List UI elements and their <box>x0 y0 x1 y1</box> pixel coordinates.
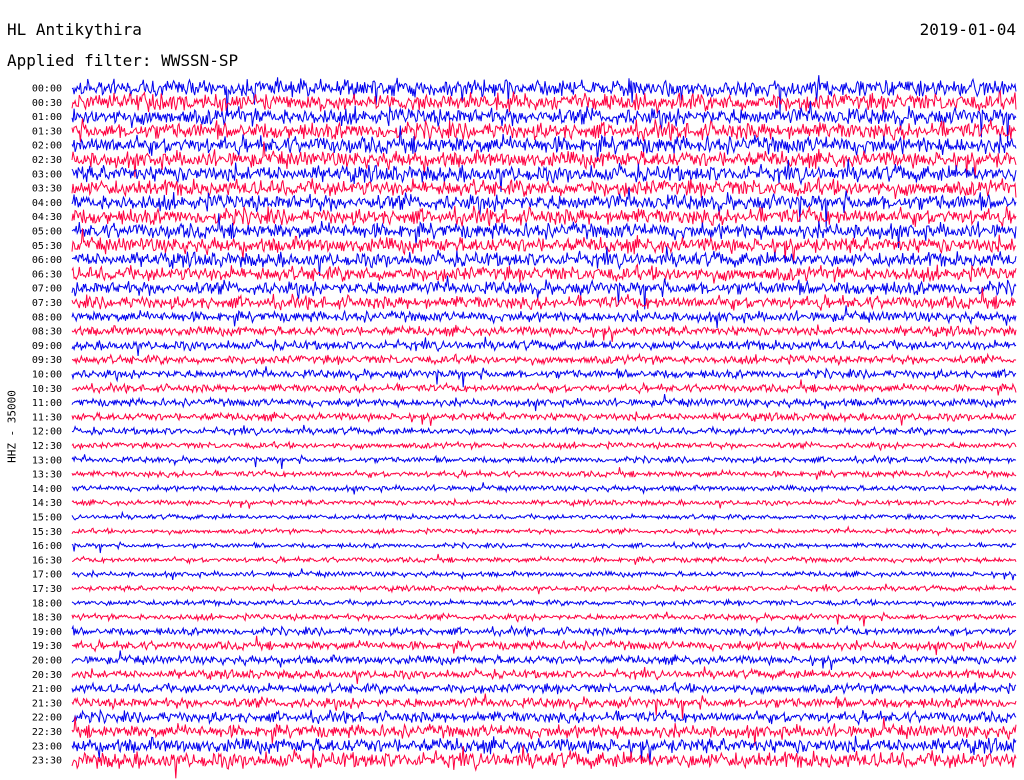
row-label-2130: 21:30 <box>32 698 62 709</box>
row-label-0530: 05:30 <box>32 241 62 252</box>
row-label-1300: 13:00 <box>32 455 62 466</box>
row-label-1000: 10:00 <box>32 370 62 381</box>
trace-row-1930 <box>71 635 1017 656</box>
row-label-2030: 20:30 <box>32 670 62 681</box>
trace-row-1630 <box>71 553 1017 566</box>
row-label-0730: 07:30 <box>32 298 62 309</box>
trace-row-0130 <box>71 118 1017 142</box>
traces <box>71 75 1017 779</box>
trace-row-0830 <box>71 324 1017 343</box>
row-label-0900: 09:00 <box>32 341 62 352</box>
trace-row-2330 <box>71 745 1017 779</box>
row-label-0400: 04:00 <box>32 198 62 209</box>
trace-row-2100 <box>71 681 1017 696</box>
row-label-0300: 03:00 <box>32 169 62 180</box>
row-label-0230: 02:30 <box>32 155 62 166</box>
row-label-1930: 19:30 <box>32 641 62 652</box>
row-label-1200: 12:00 <box>32 427 62 438</box>
row-label-1830: 18:30 <box>32 613 62 624</box>
row-label-1130: 11:30 <box>32 412 62 423</box>
trace-row-0000 <box>71 75 1017 116</box>
trace-row-0430 <box>71 205 1017 228</box>
trace-row-0930 <box>71 352 1017 367</box>
row-label-0330: 03:30 <box>32 184 62 195</box>
row-label-1230: 12:30 <box>32 441 62 452</box>
row-label-1900: 19:00 <box>32 627 62 638</box>
row-label-0830: 08:30 <box>32 327 62 338</box>
row-label-2200: 22:00 <box>32 713 62 724</box>
trace-row-2200 <box>71 708 1017 727</box>
trace-row-1230 <box>71 440 1017 452</box>
row-label-0030: 00:30 <box>32 98 62 109</box>
applied-filter: Applied filter: WWSSN-SP <box>7 51 239 70</box>
trace-row-1900 <box>71 624 1017 638</box>
row-label-2000: 20:00 <box>32 656 62 667</box>
row-label-0200: 02:00 <box>32 141 62 152</box>
row-label-1730: 17:30 <box>32 584 62 595</box>
row-label-2300: 23:00 <box>32 741 62 752</box>
row-label-1030: 10:30 <box>32 384 62 395</box>
trace-row-0330 <box>71 175 1017 199</box>
row-label-0000: 00:00 <box>32 84 62 95</box>
row-label-2330: 23:30 <box>32 756 62 767</box>
row-label-1430: 14:30 <box>32 498 62 509</box>
trace-row-1430 <box>71 497 1017 509</box>
trace-row-2030 <box>71 666 1017 684</box>
row-label-1400: 14:00 <box>32 484 62 495</box>
trace-row-1400 <box>71 482 1017 496</box>
row-label-0600: 06:00 <box>32 255 62 266</box>
row-label-0430: 04:30 <box>32 212 62 223</box>
row-label-0800: 08:00 <box>32 312 62 323</box>
trace-row-1600 <box>71 540 1017 554</box>
row-label-0100: 01:00 <box>32 112 62 123</box>
row-label-0130: 01:30 <box>32 126 62 137</box>
row-label-2230: 22:30 <box>32 727 62 738</box>
trace-row-0030 <box>71 89 1017 114</box>
seismogram-plot: 00:00 00:30 01:00 01:30 02:00 02:30 03:00 03:30… <box>32 75 1017 779</box>
trace-row-1030 <box>71 379 1017 396</box>
trace-row-2130 <box>71 693 1017 719</box>
row-label-1530: 15:30 <box>32 527 62 538</box>
trace-row-1130 <box>71 411 1017 426</box>
trace-row-1200 <box>71 424 1017 437</box>
trace-row-1330 <box>71 467 1017 480</box>
trace-row-1700 <box>71 568 1017 581</box>
trace-row-1500 <box>71 510 1017 522</box>
row-label-1630: 16:30 <box>32 555 62 566</box>
row-label-1700: 17:00 <box>32 570 62 581</box>
trace-row-2230 <box>71 716 1017 746</box>
trace-row-0630 <box>71 263 1017 284</box>
row-label-0930: 09:30 <box>32 355 62 366</box>
row-label-0500: 05:00 <box>32 227 62 238</box>
row-label-2100: 21:00 <box>32 684 62 695</box>
trace-row-1000 <box>71 366 1017 388</box>
trace-row-0400 <box>71 187 1017 228</box>
trace-row-2000 <box>71 650 1017 670</box>
row-label-1600: 16:00 <box>32 541 62 552</box>
row-label-1330: 13:30 <box>32 470 62 481</box>
trace-row-0900 <box>71 336 1017 356</box>
trace-row-1300 <box>71 453 1017 470</box>
trace-row-0800 <box>71 305 1017 329</box>
trace-row-1830 <box>71 611 1017 627</box>
trace-row-1100 <box>71 394 1017 412</box>
trace-row-1530 <box>71 525 1017 537</box>
row-label-0700: 07:00 <box>32 284 62 295</box>
row-labels: 00:00 00:30 01:00 01:30 02:00 02:30 03:00 03:30… <box>32 84 62 767</box>
trace-row-1800 <box>71 597 1016 608</box>
row-label-0630: 06:30 <box>32 269 62 280</box>
row-label-1500: 15:00 <box>32 513 62 524</box>
row-label-1800: 18:00 <box>32 598 62 609</box>
trace-row-0530 <box>71 228 1017 264</box>
row-label-1100: 11:00 <box>32 398 62 409</box>
trace-row-1730 <box>71 583 1017 595</box>
